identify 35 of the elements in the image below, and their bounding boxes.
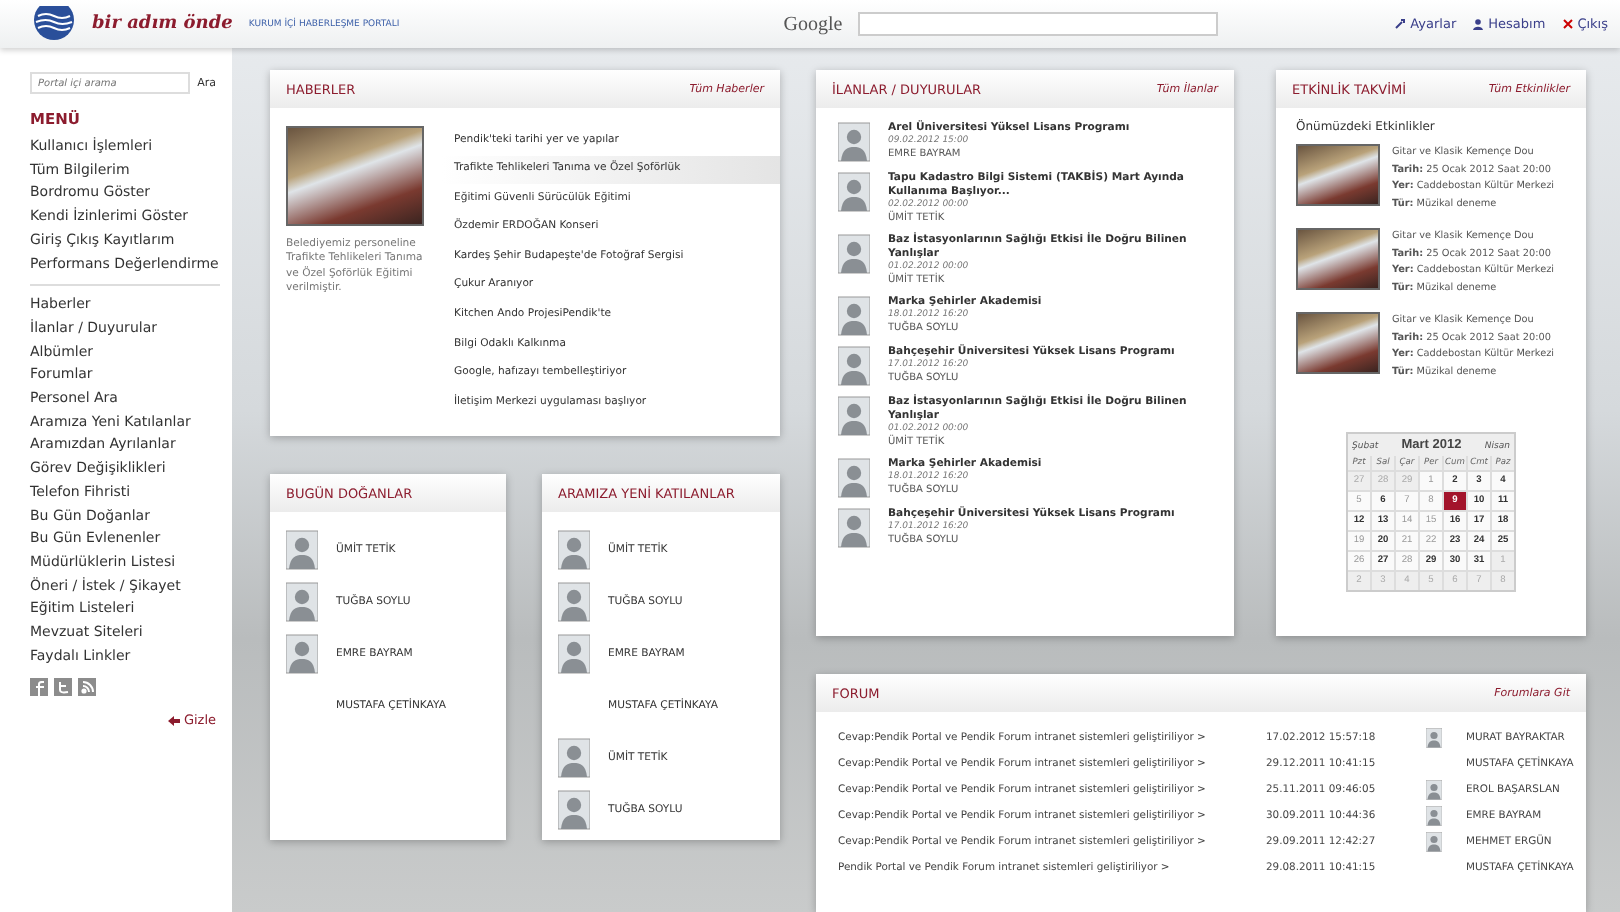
facebook-icon[interactable]: [30, 678, 48, 697]
person-silhouette-icon: [558, 790, 590, 830]
tagline: bir adım önde: [92, 14, 233, 34]
person-silhouette-icon: [286, 530, 318, 570]
photo-placeholder: [1296, 144, 1380, 206]
person-silhouette-icon: [286, 582, 318, 622]
person-silhouette-icon: [558, 530, 590, 570]
settings-icon: [1394, 18, 1407, 30]
search-field[interactable]: [858, 12, 1219, 36]
person-silhouette-icon: [558, 582, 590, 622]
person-silhouette-icon: [1426, 831, 1442, 851]
person-silhouette-icon: [838, 346, 870, 386]
person-silhouette-icon: [1426, 779, 1442, 799]
logout-icon: [1561, 18, 1574, 30]
photo-placeholder: [1296, 228, 1380, 290]
photo-placeholder: [286, 126, 424, 226]
person-silhouette-icon: [1426, 727, 1442, 747]
person-silhouette-icon: [838, 458, 870, 498]
logo-icon: [32, 6, 76, 42]
person-silhouette-icon: [286, 634, 318, 674]
person-silhouette-icon: [838, 508, 870, 548]
person-silhouette-icon: [838, 296, 870, 336]
photo-placeholder: [1296, 312, 1380, 374]
twitter-icon[interactable]: [54, 678, 72, 697]
arrow-left-icon: [167, 715, 180, 726]
rss-icon[interactable]: [78, 678, 96, 697]
person-silhouette-icon: [838, 396, 870, 436]
person-silhouette-icon: [1426, 805, 1442, 825]
person-silhouette-icon: [558, 634, 590, 674]
person-silhouette-icon: [558, 738, 590, 778]
search-label: Google: [783, 13, 843, 35]
person-silhouette-icon: [838, 172, 870, 212]
person-silhouette-icon: [838, 122, 870, 162]
person-silhouette-icon: [838, 234, 870, 274]
person-icon: [1472, 18, 1485, 30]
